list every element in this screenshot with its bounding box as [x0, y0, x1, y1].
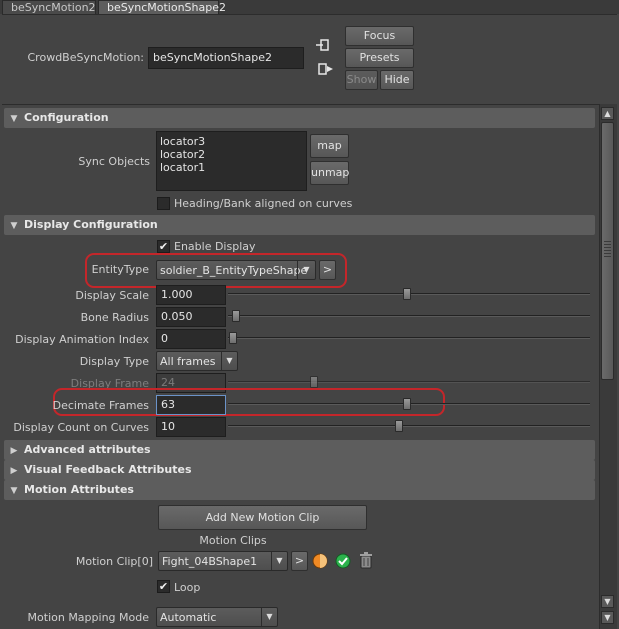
dropdown-arrow-icon: ▼	[261, 608, 277, 626]
presets-button[interactable]: Presets	[345, 48, 414, 68]
display-type-dropdown[interactable]: All frames ▼	[156, 351, 238, 371]
list-item[interactable]: locator1	[160, 161, 303, 174]
enable-display-checkbox[interactable]: ✔	[157, 240, 170, 253]
motion-mapping-mode-label: Motion Mapping Mode	[27, 611, 149, 624]
decimate-frames-field[interactable]: 63	[156, 395, 226, 415]
sync-objects-label: Sync Objects	[78, 155, 150, 168]
display-type-value: All frames	[160, 355, 216, 368]
clip-validate-icon[interactable]	[335, 553, 351, 569]
output-connection-icon[interactable]	[318, 62, 334, 76]
motion-mapping-mode-value: Automatic	[160, 611, 217, 624]
input-connection-icon[interactable]	[316, 38, 330, 52]
node-type-label: CrowdBeSyncMotion:	[27, 51, 145, 64]
scrollbar-thumb[interactable]	[601, 122, 614, 380]
scroll-up-icon[interactable]: ▲	[601, 107, 614, 120]
section-configuration[interactable]: ▼ Configuration	[4, 108, 595, 128]
scroll-down-icon[interactable]: ▼	[601, 595, 614, 608]
display-frame-slider	[228, 381, 590, 383]
motion-clips-heading: Motion Clips	[199, 534, 267, 547]
display-scale-label: Display Scale	[75, 289, 149, 302]
map-button[interactable]: map	[310, 134, 349, 158]
list-item[interactable]: locator3	[160, 135, 303, 148]
collapse-arrow-icon: ▼	[10, 221, 18, 231]
node-name-field[interactable]: beSyncMotionShape2	[148, 47, 304, 69]
heading-bank-label: Heading/Bank aligned on curves	[174, 197, 353, 210]
section-title: Display Configuration	[24, 218, 158, 231]
section-title: Configuration	[24, 111, 109, 124]
display-animation-index-thumb[interactable]	[229, 332, 237, 344]
section-advanced-attributes[interactable]: ▶ Advanced attributes	[4, 440, 595, 460]
list-item[interactable]: locator2	[160, 148, 303, 161]
collapse-arrow-icon: ▼	[10, 486, 18, 496]
expand-arrow-icon: ▶	[10, 446, 18, 456]
tab-besyncmotion[interactable]: beSyncMotion2	[2, 0, 96, 14]
unmap-button[interactable]: unmap	[310, 161, 349, 185]
entity-type-label: EntityType	[91, 263, 149, 276]
collapse-arrow-icon: ▼	[10, 114, 18, 124]
bone-radius-label: Bone Radius	[80, 311, 149, 324]
display-animation-index-label: Display Animation Index	[15, 333, 149, 346]
loop-checkbox[interactable]: ✔	[157, 580, 170, 593]
show-button[interactable]: Show	[345, 70, 378, 90]
dropdown-arrow-icon: ▼	[271, 552, 287, 570]
dropdown-arrow-icon: ▼	[297, 261, 315, 279]
hide-button[interactable]: Hide	[380, 70, 414, 90]
display-count-thumb[interactable]	[395, 420, 403, 432]
dropdown-arrow-icon: ▼	[221, 352, 237, 370]
loop-label: Loop	[174, 581, 201, 594]
heading-bank-checkbox[interactable]	[157, 197, 170, 210]
motion-clip-label: Motion Clip[0]	[75, 555, 153, 568]
scroll-end-icon[interactable]: ▼	[601, 611, 614, 624]
tab-besyncmotionshape[interactable]: beSyncMotionShape2	[98, 0, 226, 14]
bone-radius-slider[interactable]	[228, 315, 590, 317]
display-scale-thumb[interactable]	[403, 288, 411, 300]
grip-icon	[604, 241, 611, 259]
section-display-configuration[interactable]: ▼ Display Configuration	[4, 215, 595, 235]
display-frame-thumb	[310, 376, 318, 388]
motion-mapping-mode-dropdown[interactable]: Automatic ▼	[156, 607, 278, 627]
motion-clip-value: Fight_04BShape1	[162, 555, 258, 568]
add-motion-clip-button[interactable]: Add New Motion Clip	[158, 505, 367, 530]
enable-display-label: Enable Display	[174, 240, 256, 253]
decimate-frames-thumb[interactable]	[403, 398, 411, 410]
motion-clip-dropdown[interactable]: Fight_04BShape1 ▼	[158, 551, 288, 571]
clip-color-icon[interactable]	[312, 553, 328, 569]
bone-radius-thumb[interactable]	[232, 310, 240, 322]
display-count-label: Display Count on Curves	[13, 421, 149, 434]
bone-radius-field[interactable]: 0.050	[156, 307, 226, 327]
section-title: Motion Attributes	[24, 483, 134, 496]
sync-objects-list[interactable]: locator3 locator2 locator1	[156, 131, 307, 191]
entity-type-value: soldier_B_EntityTypeShape	[160, 264, 308, 277]
entity-type-dropdown[interactable]: soldier_B_EntityTypeShape ▼	[156, 260, 316, 280]
display-count-slider[interactable]	[228, 425, 590, 427]
section-title: Advanced attributes	[24, 443, 151, 456]
motion-clip-nav-button[interactable]: >	[291, 551, 308, 571]
display-scale-field[interactable]: 1.000	[156, 285, 226, 305]
focus-button[interactable]: Focus	[345, 26, 414, 46]
expand-arrow-icon: ▶	[10, 466, 18, 476]
display-count-field[interactable]: 10	[156, 417, 226, 437]
display-animation-index-field[interactable]: 0	[156, 329, 226, 349]
display-type-label: Display Type	[79, 355, 149, 368]
section-motion-attributes[interactable]: ▼ Motion Attributes	[4, 480, 595, 500]
section-title: Visual Feedback Attributes	[24, 463, 192, 476]
delete-clip-icon[interactable]	[359, 552, 373, 569]
entity-type-nav-button[interactable]: >	[319, 260, 336, 280]
display-animation-index-slider[interactable]	[228, 337, 590, 339]
decimate-frames-label: Decimate Frames	[52, 399, 149, 412]
section-visual-feedback[interactable]: ▶ Visual Feedback Attributes	[4, 460, 595, 480]
